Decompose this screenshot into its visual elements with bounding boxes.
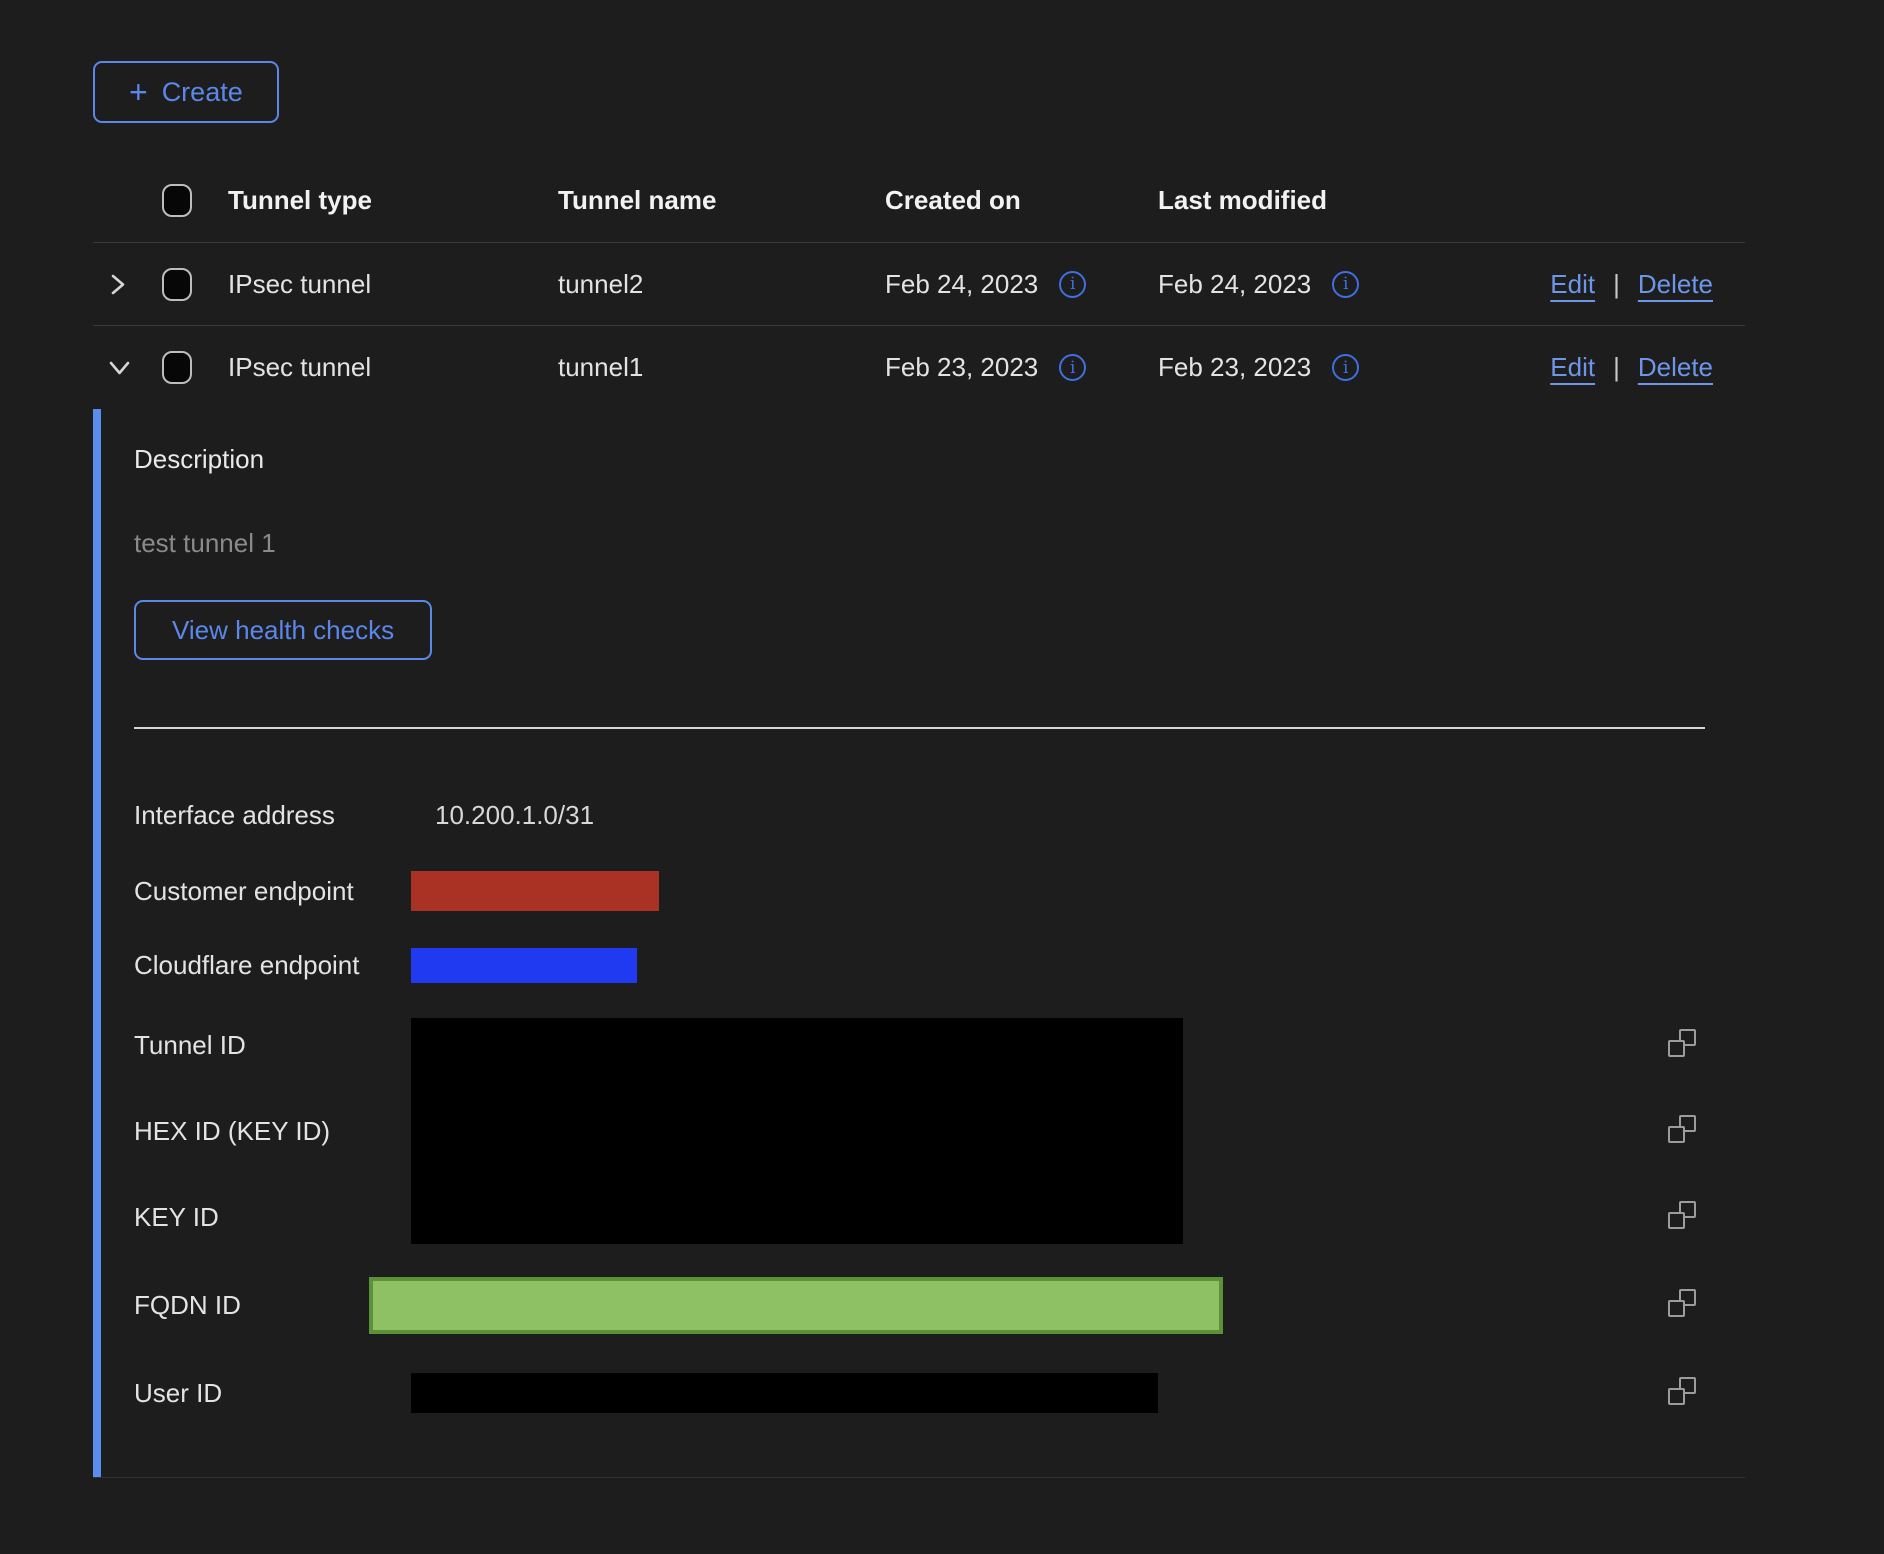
last-modified-cell: Feb 24, 2023 xyxy=(1158,269,1311,300)
edit-link[interactable]: Edit xyxy=(1550,269,1595,300)
delete-link[interactable]: Delete xyxy=(1638,269,1713,300)
key-id-label: KEY ID xyxy=(134,1202,411,1233)
tunnel-id-redacted-value xyxy=(411,1018,1183,1244)
column-header-tunnel-type: Tunnel type xyxy=(228,185,558,216)
actions-separator: | xyxy=(1613,352,1620,383)
cloudflare-endpoint-label: Cloudflare endpoint xyxy=(134,950,411,981)
info-icon[interactable]: i xyxy=(1059,354,1086,381)
copy-icon[interactable] xyxy=(1668,1289,1696,1317)
copy-icon[interactable] xyxy=(1668,1201,1696,1229)
select-all-checkbox[interactable] xyxy=(162,184,192,217)
created-on-cell: Feb 24, 2023 xyxy=(885,269,1038,300)
edit-link[interactable]: Edit xyxy=(1550,352,1595,383)
interface-address-value: 10.200.1.0/31 xyxy=(411,800,1668,831)
column-header-tunnel-name: Tunnel name xyxy=(558,185,885,216)
description-label: Description xyxy=(134,444,1745,474)
create-button[interactable]: + Create xyxy=(93,61,279,123)
copy-icon[interactable] xyxy=(1668,1029,1696,1057)
tunnels-table: Tunnel type Tunnel name Created on Last … xyxy=(93,159,1745,1478)
create-button-label: Create xyxy=(162,77,243,108)
tunnel-id-label: Tunnel ID xyxy=(134,1030,411,1061)
info-icon[interactable]: i xyxy=(1332,354,1359,381)
row-checkbox[interactable] xyxy=(162,268,192,301)
tunnel-name-cell: tunnel1 xyxy=(558,352,885,383)
actions-separator: | xyxy=(1613,269,1620,300)
column-header-last-modified: Last modified xyxy=(1158,185,1430,216)
tunnel-type-cell: IPsec tunnel xyxy=(228,352,558,383)
copy-icon[interactable] xyxy=(1668,1115,1696,1143)
user-id-label: User ID xyxy=(134,1378,411,1409)
tunnel-fields: Interface address 10.200.1.0/31 Customer… xyxy=(134,776,1745,1436)
tunnel-name-cell: tunnel2 xyxy=(558,269,885,300)
user-id-redacted-value xyxy=(411,1373,1158,1413)
table-header: Tunnel type Tunnel name Created on Last … xyxy=(93,159,1745,243)
info-icon[interactable]: i xyxy=(1059,271,1086,298)
row-checkbox[interactable] xyxy=(162,351,192,384)
description-value: test tunnel 1 xyxy=(134,528,1745,558)
tunnel-detail-panel: Description test tunnel 1 View health ch… xyxy=(93,409,1745,1477)
chevron-down-icon[interactable] xyxy=(106,356,133,379)
fqdn-id-redacted-value xyxy=(369,1277,1223,1334)
table-row-tunnel2: IPsec tunnel tunnel2 Feb 24, 2023 i Feb … xyxy=(93,243,1745,326)
info-icon[interactable]: i xyxy=(1332,271,1359,298)
table-row-tunnel1: IPsec tunnel tunnel1 Feb 23, 2023 i Feb … xyxy=(93,326,1745,409)
copy-icon[interactable] xyxy=(1668,1377,1696,1405)
created-on-cell: Feb 23, 2023 xyxy=(885,352,1038,383)
tunnel-type-cell: IPsec tunnel xyxy=(228,269,558,300)
delete-link[interactable]: Delete xyxy=(1638,352,1713,383)
interface-address-label: Interface address xyxy=(134,800,411,831)
column-header-created-on: Created on xyxy=(885,185,1158,216)
detail-divider xyxy=(134,727,1705,729)
tunnels-page: + Create Tunnel type Tunnel name Created… xyxy=(0,0,1884,1554)
hex-id-label: HEX ID (KEY ID) xyxy=(134,1116,411,1147)
view-health-checks-button[interactable]: View health checks xyxy=(134,600,432,660)
chevron-right-icon[interactable] xyxy=(106,271,129,298)
customer-endpoint-redacted-value xyxy=(411,871,659,911)
table-bottom-divider xyxy=(93,1477,1745,1478)
customer-endpoint-label: Customer endpoint xyxy=(134,876,411,907)
last-modified-cell: Feb 23, 2023 xyxy=(1158,352,1311,383)
plus-icon: + xyxy=(129,76,148,108)
cloudflare-endpoint-redacted-value xyxy=(411,948,637,983)
